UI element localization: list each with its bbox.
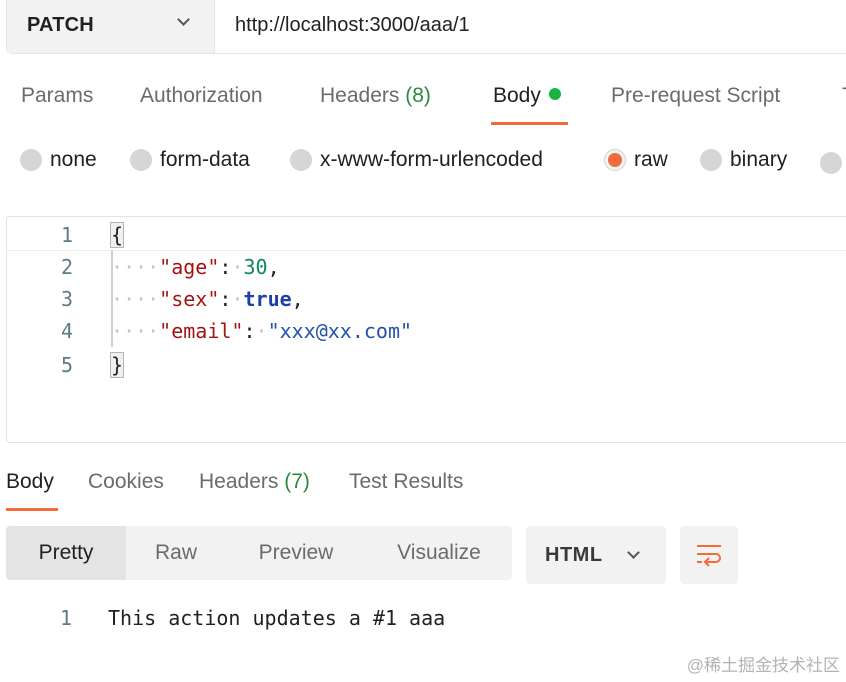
tab-pre-request-script[interactable]: Pre-request Script [611, 84, 780, 108]
code-line: 4 ····"email":·"xxx@xx.com" [7, 315, 846, 347]
status-dot-icon [548, 88, 561, 100]
open-brace: { [109, 222, 125, 248]
resp-tab-test-results[interactable]: Test Results [349, 470, 463, 494]
radio-icon [20, 149, 42, 171]
view-visualize-button[interactable]: Visualize [376, 526, 502, 580]
json-key: "email" [159, 319, 244, 343]
watermark: @稀土掘金技术社区 [686, 656, 840, 675]
request-tabs: Params Authorization Headers (8) Body Pr… [0, 80, 846, 128]
radio-icon [130, 149, 152, 171]
code-text: ····"sex":·true, [111, 287, 304, 311]
radio-icon [290, 149, 312, 171]
radio-none-label: none [50, 148, 97, 171]
tab-params[interactable]: Params [21, 84, 93, 108]
line-number: 4 [60, 319, 73, 343]
colon: : [243, 319, 256, 343]
method-select[interactable]: PATCH [7, 0, 215, 53]
radio-urlencoded-label: x-www-form-urlencoded [320, 148, 543, 171]
tab-body[interactable]: Body [493, 84, 561, 108]
resp-tab-body[interactable]: Body [6, 470, 54, 494]
resp-tab-cookies[interactable]: Cookies [88, 470, 164, 494]
json-key: "age" [159, 255, 220, 279]
radio-x-www-form-urlencoded[interactable]: x-www-form-urlencoded [290, 148, 543, 172]
line-number: 1 [59, 606, 72, 630]
resp-tab-headers-label: Headers [199, 470, 279, 493]
radio-graphql-partial[interactable] [820, 152, 842, 174]
view-pretty-button[interactable]: Pretty [6, 526, 126, 580]
tab-authorization[interactable]: Authorization [140, 84, 263, 108]
code-text: } [109, 352, 125, 378]
line-number: 1 [60, 223, 73, 247]
tab-body-label: Body [493, 84, 541, 107]
format-label: HTML [545, 543, 603, 566]
view-preview-button[interactable]: Preview [236, 526, 356, 580]
response-text: This action updates a #1 aaa [108, 606, 446, 630]
wrap-lines-icon [697, 545, 721, 567]
radio-icon [700, 149, 722, 171]
colon: : [219, 255, 232, 279]
whitespace-marker: · [255, 319, 268, 343]
radio-none[interactable]: none [20, 148, 97, 172]
radio-form-data[interactable]: form-data [130, 148, 250, 172]
code-text: { [109, 222, 125, 248]
active-tab-underline [491, 122, 568, 125]
radio-raw-label: raw [634, 148, 668, 171]
tab-headers-count: (8) [405, 84, 431, 107]
whitespace-marker: ···· [111, 287, 160, 311]
line-number: 2 [60, 255, 73, 279]
comma: , [267, 255, 280, 279]
line-number: 3 [60, 287, 73, 311]
whitespace-marker: ···· [111, 319, 160, 343]
resp-tab-headers[interactable]: Headers (7) [199, 470, 310, 494]
tab-tests-partial[interactable]: T [842, 84, 846, 108]
whitespace-marker: ···· [111, 255, 160, 279]
json-number: 30 [243, 255, 268, 279]
chevron-down-icon [177, 13, 190, 26]
line-number: 5 [60, 353, 73, 377]
radio-raw[interactable]: raw [604, 148, 668, 172]
resp-tab-headers-count: (7) [284, 470, 310, 493]
code-line: 1 { [7, 219, 846, 251]
code-line: 3 ····"sex":·true, [7, 283, 846, 315]
radio-form-data-label: form-data [160, 148, 250, 171]
code-line: 5 } [7, 349, 846, 381]
json-boolean: true [243, 287, 292, 311]
wrap-lines-button[interactable] [680, 526, 738, 584]
tab-headers-label: Headers [320, 84, 400, 107]
view-mode-switch: Pretty Raw Preview Visualize [6, 526, 512, 580]
radio-checked-icon [604, 149, 626, 171]
format-select[interactable]: HTML [526, 526, 666, 584]
close-brace: } [109, 352, 125, 378]
json-string: "xxx@xx.com" [267, 319, 413, 343]
tab-headers[interactable]: Headers (8) [320, 84, 431, 108]
response-body-line: 1 This action updates a #1 aaa [0, 606, 846, 634]
body-type-options: none form-data x-www-form-urlencoded raw… [0, 148, 846, 178]
code-text: ····"age":·30, [111, 255, 280, 279]
whitespace-marker: · [231, 287, 244, 311]
method-label: PATCH [27, 13, 94, 36]
code-text: ····"email":·"xxx@xx.com" [111, 319, 412, 343]
whitespace-marker: · [231, 255, 244, 279]
response-tabs: Body Cookies Headers (7) Test Results [0, 468, 846, 516]
comma: , [291, 287, 304, 311]
request-bar: PATCH http://localhost:3000/aaa/1 [6, 0, 846, 54]
chevron-down-icon [627, 546, 640, 559]
radio-binary[interactable]: binary [700, 148, 787, 172]
active-tab-underline [6, 508, 58, 511]
json-key: "sex" [159, 287, 220, 311]
request-body-editor[interactable]: 1 { 2 ····"age":·30, 3 ····"sex":·true, … [6, 216, 846, 443]
url-input[interactable]: http://localhost:3000/aaa/1 [215, 0, 846, 53]
view-raw-button[interactable]: Raw [126, 526, 226, 580]
radio-binary-label: binary [730, 148, 788, 171]
colon: : [219, 287, 232, 311]
code-line: 2 ····"age":·30, [7, 251, 846, 283]
